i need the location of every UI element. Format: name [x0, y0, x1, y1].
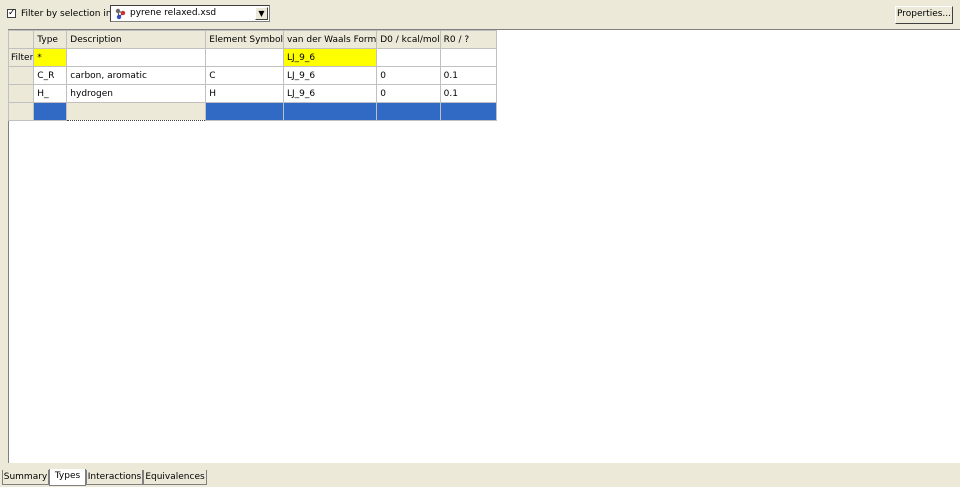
table-row[interactable]: C_R carbon, aromatic C LJ_9_6 0 0.1 — [7, 66, 497, 85]
filter-checkbox[interactable]: ✓ — [7, 9, 16, 18]
combo-value: pyrene relaxed.xsd — [130, 8, 217, 18]
new-cell-d0[interactable] — [376, 102, 441, 121]
column-header-description[interactable]: Description — [66, 30, 207, 49]
cell-d0[interactable]: 0 — [376, 84, 441, 103]
cell-description[interactable]: carbon, aromatic — [66, 66, 207, 85]
column-header-d0[interactable]: D0 / kcal/mol — [376, 30, 441, 49]
filter-label: Filter by selection in: — [21, 9, 115, 19]
tab-types[interactable]: Types — [49, 469, 86, 486]
column-header-element-symbol[interactable]: Element Symbol — [205, 30, 284, 49]
filter-cell-type[interactable]: * — [33, 48, 68, 67]
document-combobox[interactable]: pyrene relaxed.xsd ▼ — [110, 5, 270, 22]
tab-equivalences[interactable]: Equivalences — [143, 470, 207, 485]
filter-row-label: Filter — [7, 48, 35, 67]
tab-bar: Summary Types Interactions Equivalences — [0, 467, 960, 487]
filter-row: Filter * LJ_9_6 — [7, 48, 497, 67]
column-header-vdw-form[interactable]: van der Waals Form — [282, 30, 378, 49]
tab-interactions[interactable]: Interactions — [86, 470, 143, 485]
cell-type[interactable]: C_R — [33, 66, 68, 85]
cell-vdw-form[interactable]: LJ_9_6 — [282, 84, 378, 103]
filter-cell-r0[interactable] — [439, 48, 497, 67]
tab-summary[interactable]: Summary — [2, 470, 49, 485]
cell-d0[interactable]: 0 — [376, 66, 441, 85]
column-header-type[interactable]: Type — [33, 30, 68, 49]
chevron-down-icon[interactable]: ▼ — [255, 7, 268, 20]
cell-description[interactable]: hydrogen — [66, 84, 207, 103]
new-row[interactable] — [7, 102, 497, 121]
row-header[interactable] — [7, 66, 35, 85]
filter-cell-vdw-form[interactable]: LJ_9_6 — [282, 48, 378, 67]
cell-element-symbol[interactable]: C — [205, 66, 284, 85]
row-header[interactable] — [7, 84, 35, 103]
new-cell-description[interactable] — [66, 102, 207, 121]
new-cell-r0[interactable] — [439, 102, 497, 121]
header-row: Type Description Element Symbol van der … — [7, 30, 497, 49]
filter-cell-element-symbol[interactable] — [205, 48, 284, 67]
column-header-r0[interactable]: R0 / ? — [439, 30, 497, 49]
cell-r0[interactable]: 0.1 — [439, 84, 497, 103]
types-grid: Type Description Element Symbol van der … — [7, 30, 497, 121]
cell-vdw-form[interactable]: LJ_9_6 — [282, 66, 378, 85]
cell-element-symbol[interactable]: H — [205, 84, 284, 103]
row-header[interactable] — [7, 102, 35, 121]
new-cell-vdw-form[interactable] — [282, 102, 378, 121]
cell-r0[interactable]: 0.1 — [439, 66, 497, 85]
properties-button[interactable]: Properties... — [895, 6, 953, 24]
corner-cell — [7, 30, 35, 49]
new-cell-element-symbol[interactable] — [205, 102, 284, 121]
cell-type[interactable]: H_ — [33, 84, 68, 103]
filter-cell-description[interactable] — [66, 48, 207, 67]
table-row[interactable]: H_ hydrogen H LJ_9_6 0 0.1 — [7, 84, 497, 103]
new-cell-type[interactable] — [33, 102, 68, 121]
molecule-icon — [115, 8, 126, 20]
filter-cell-d0[interactable] — [376, 48, 441, 67]
toolbar: ✓ Filter by selection in: pyrene relaxed… — [0, 0, 960, 28]
